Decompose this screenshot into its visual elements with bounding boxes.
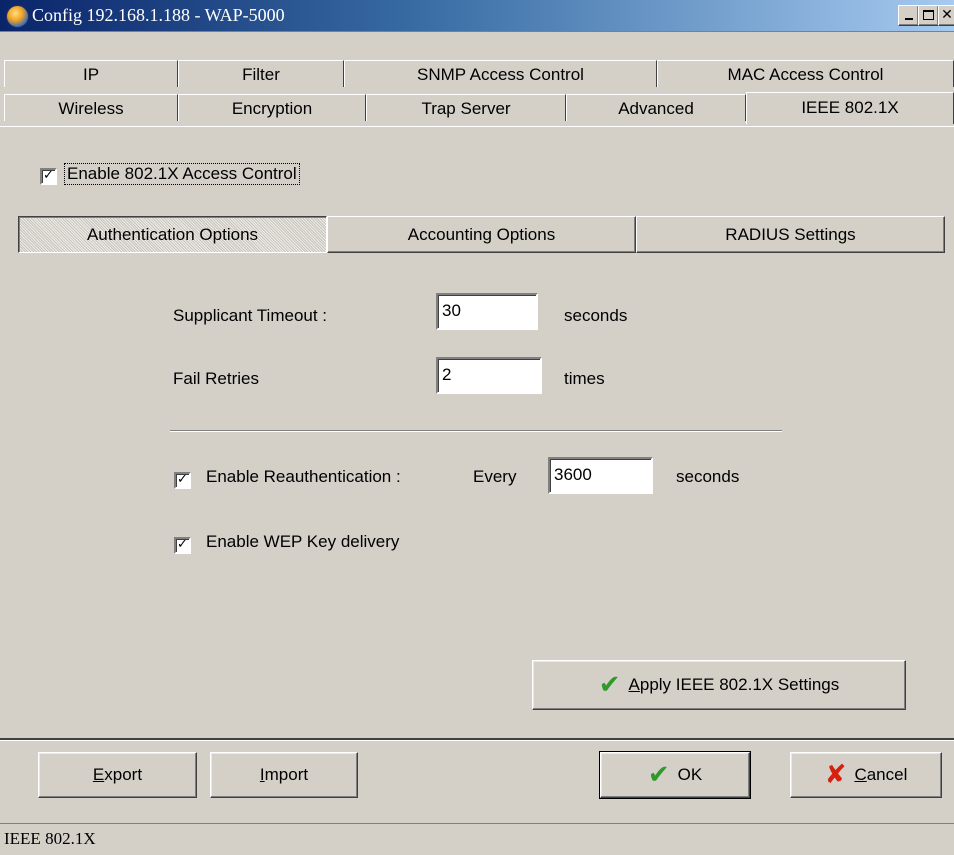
status-text: IEEE 802.1X bbox=[4, 829, 96, 848]
cancel-x-icon: ✘ bbox=[824, 760, 847, 790]
tab-mac-access-control[interactable]: MAC Access Control bbox=[657, 60, 954, 87]
tab-ieee-8021x[interactable]: IEEE 802.1X bbox=[746, 92, 954, 124]
export-button-label: Export bbox=[92, 765, 143, 784]
authentication-options-button[interactable]: Authentication Options bbox=[18, 216, 327, 253]
fail-retries-field[interactable]: 2 bbox=[436, 357, 542, 394]
accounting-options-button[interactable]: Accounting Options bbox=[327, 216, 636, 253]
cancel-button[interactable]: ✘ Cancel bbox=[790, 752, 942, 798]
apply-ieee-8021x-settings-button[interactable]: ✔ Apply IEEE 802.1X Settings bbox=[532, 660, 906, 710]
window-title: Config 192.168.1.188 - WAP-5000 bbox=[32, 5, 285, 25]
enable-reauthentication-checkbox[interactable]: ✓ bbox=[174, 472, 191, 489]
apply-button-label: Apply IEEE 802.1X Settings bbox=[628, 675, 840, 694]
minimize-icon[interactable] bbox=[898, 5, 919, 26]
every-label: Every bbox=[473, 467, 517, 486]
enable-8021x-label[interactable]: Enable 802.1X Access Control bbox=[64, 163, 300, 185]
section-divider bbox=[170, 430, 782, 432]
import-button-label: Import bbox=[259, 765, 309, 784]
supplicant-timeout-unit: seconds bbox=[564, 306, 628, 325]
tab-snmp-access-control[interactable]: SNMP Access Control bbox=[344, 60, 657, 87]
app-globe-icon bbox=[6, 5, 29, 28]
ok-button-label: OK bbox=[677, 765, 703, 784]
ok-button[interactable]: ✔ OK bbox=[599, 751, 751, 799]
tab-advanced[interactable]: Advanced bbox=[566, 94, 746, 121]
ok-checkmark-icon: ✔ bbox=[647, 760, 670, 790]
tab-encryption[interactable]: Encryption bbox=[178, 94, 366, 121]
export-button[interactable]: Export bbox=[38, 752, 197, 798]
checkmark-icon: ✔ bbox=[598, 670, 621, 700]
supplicant-timeout-label: Supplicant Timeout : bbox=[173, 306, 328, 325]
tab-ip[interactable]: IP bbox=[4, 60, 178, 87]
radius-settings-button[interactable]: RADIUS Settings bbox=[636, 216, 945, 253]
import-button[interactable]: Import bbox=[210, 752, 358, 798]
status-bar: IEEE 802.1X bbox=[0, 823, 954, 855]
enable-8021x-checkbox[interactable]: ✓ bbox=[40, 168, 57, 185]
title-bar[interactable]: Config 192.168.1.188 - WAP-5000 ✕ bbox=[0, 0, 954, 32]
supplicant-timeout-field[interactable]: 30 bbox=[436, 293, 538, 330]
reauthentication-interval-field[interactable]: 3600 bbox=[548, 457, 653, 494]
fail-retries-unit: times bbox=[564, 369, 605, 388]
fail-retries-label: Fail Retries bbox=[173, 369, 259, 388]
tab-wireless[interactable]: Wireless bbox=[4, 94, 178, 121]
enable-reauthentication-label: Enable Reauthentication : bbox=[206, 467, 401, 486]
maximize-icon[interactable] bbox=[918, 5, 939, 26]
enable-wep-key-delivery-checkbox[interactable]: ✓ bbox=[174, 537, 191, 554]
tab-trap-server[interactable]: Trap Server bbox=[366, 94, 566, 121]
enable-wep-key-delivery-label: Enable WEP Key delivery bbox=[206, 532, 400, 551]
close-icon[interactable]: ✕ bbox=[938, 5, 954, 26]
reauthentication-unit: seconds bbox=[676, 467, 740, 486]
tab-filter[interactable]: Filter bbox=[178, 60, 344, 87]
footer-separator bbox=[0, 738, 954, 741]
cancel-button-label: Cancel bbox=[854, 765, 908, 784]
